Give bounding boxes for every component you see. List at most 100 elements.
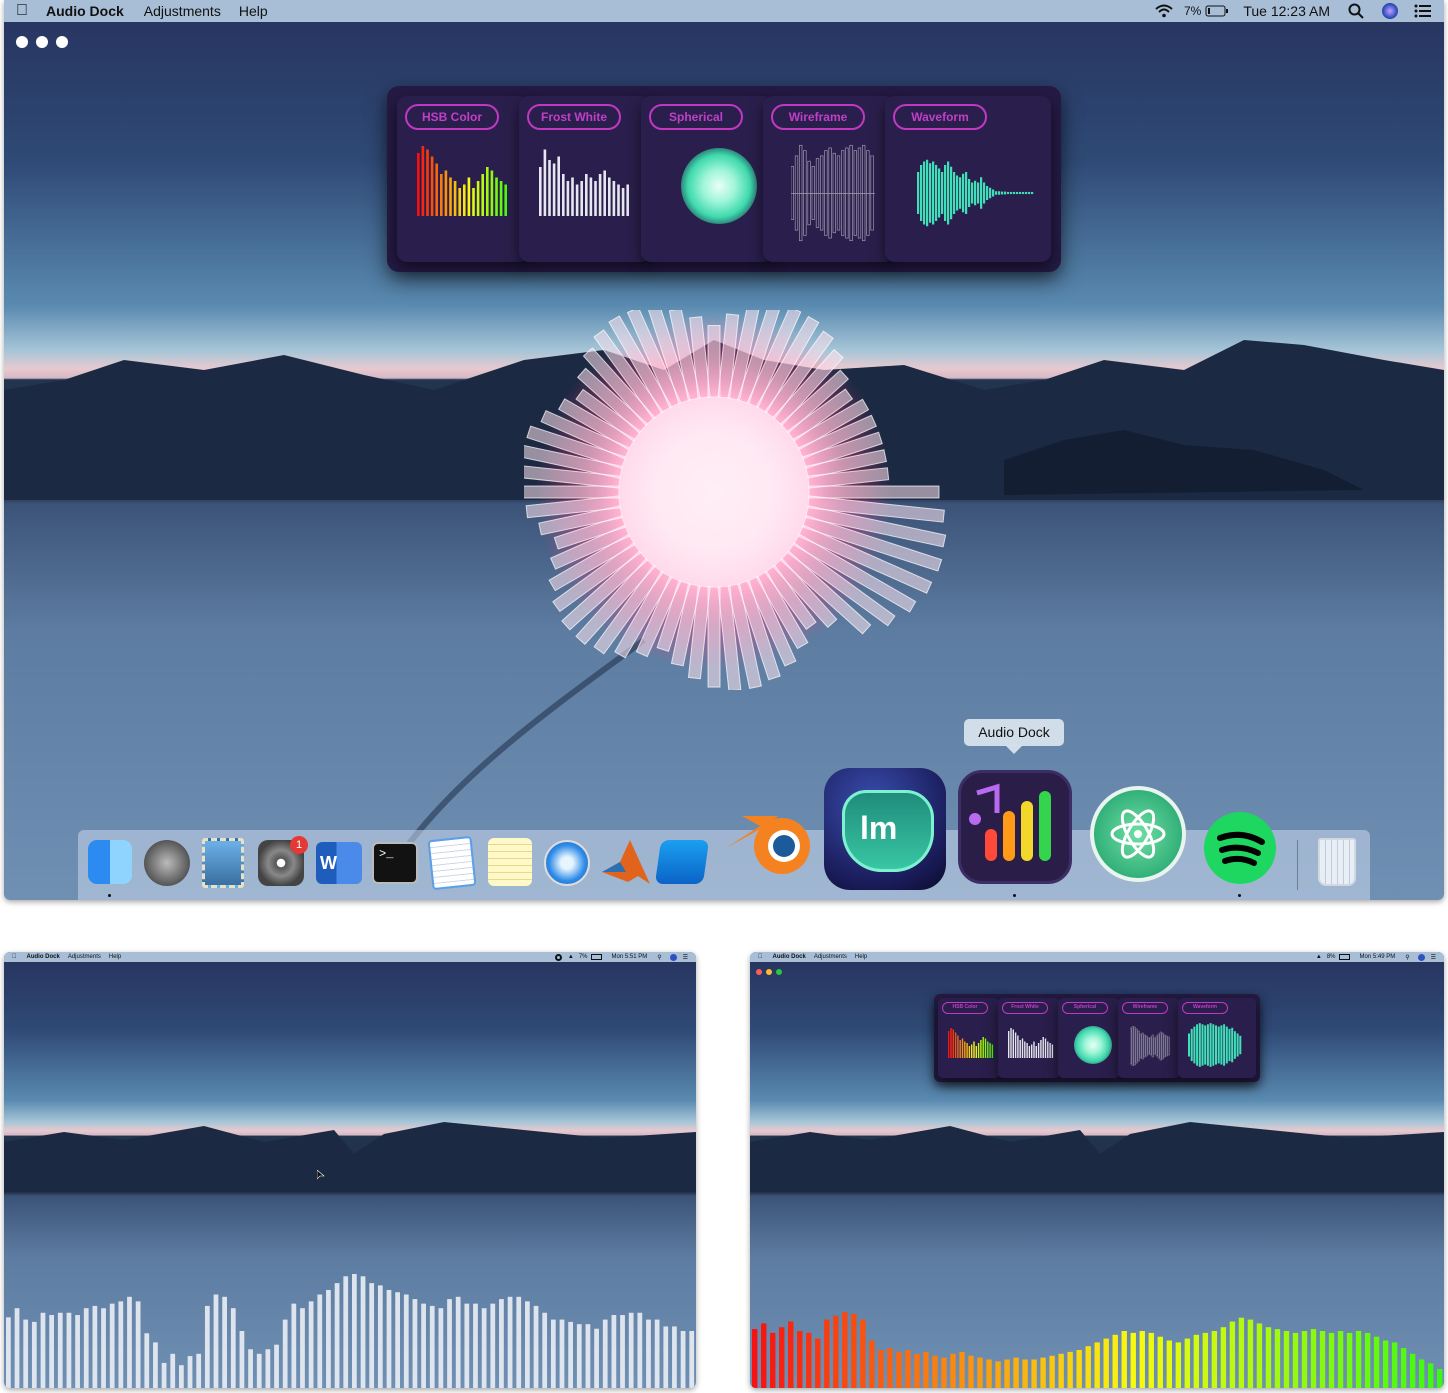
trash-icon[interactable] bbox=[1318, 838, 1356, 886]
bar bbox=[213, 1294, 219, 1388]
bar bbox=[920, 165, 923, 221]
mail-icon[interactable] bbox=[202, 838, 244, 888]
bar bbox=[1047, 1041, 1049, 1058]
bar bbox=[6, 1317, 11, 1388]
bar bbox=[467, 177, 471, 216]
bar bbox=[923, 161, 926, 225]
siri-icon[interactable] bbox=[669, 953, 677, 961]
menu-help[interactable]: Help bbox=[239, 3, 268, 19]
luminar-lm-glyph: lm bbox=[860, 810, 898, 846]
bar bbox=[66, 1312, 72, 1388]
visualizer-card-frost[interactable]: Frost White bbox=[519, 96, 651, 262]
safari-icon[interactable] bbox=[544, 840, 590, 886]
bar bbox=[621, 188, 625, 216]
spherical-preview bbox=[681, 148, 757, 224]
bar bbox=[585, 1324, 591, 1388]
bar bbox=[950, 166, 953, 220]
bar bbox=[447, 1299, 452, 1388]
microsoft-word-icon[interactable]: W bbox=[316, 842, 362, 884]
siri-icon[interactable] bbox=[1417, 953, 1425, 961]
battery-icon[interactable] bbox=[590, 954, 602, 960]
menu-adjustments[interactable]: Adjustments bbox=[68, 954, 101, 960]
xcode-icon[interactable] bbox=[654, 840, 710, 884]
zoom-button[interactable] bbox=[776, 969, 782, 975]
menu-clock[interactable]: Mon 5:51 PM bbox=[612, 954, 648, 960]
visualizer-card-spherical[interactable]: Spherical bbox=[641, 96, 773, 262]
visualizer-card-wireframe[interactable]: Wireframe bbox=[1118, 998, 1180, 1078]
bar bbox=[953, 172, 956, 214]
zoom-button[interactable] bbox=[56, 36, 68, 48]
bar bbox=[1238, 1317, 1245, 1388]
spotlight-search-icon[interactable]: ⚲ bbox=[1405, 954, 1409, 961]
battery-icon[interactable] bbox=[1338, 954, 1350, 960]
audio-dock-icon[interactable] bbox=[958, 770, 1072, 884]
bar bbox=[905, 1350, 911, 1388]
spotlight-search-icon[interactable] bbox=[1348, 3, 1364, 19]
menu-app-name[interactable]: Audio Dock bbox=[773, 954, 806, 960]
apple-icon[interactable]:  bbox=[12, 954, 17, 960]
terminal-icon[interactable]: >_ bbox=[372, 842, 418, 884]
siri-icon[interactable] bbox=[1382, 3, 1398, 19]
spotify-waves bbox=[1217, 831, 1265, 866]
bar bbox=[1019, 1040, 1021, 1058]
minimize-button[interactable] bbox=[36, 36, 48, 48]
visualizer-card-frost[interactable]: Frost White bbox=[998, 998, 1060, 1078]
notification-center-icon[interactable]: ☰ bbox=[683, 954, 688, 961]
bar bbox=[1409, 1353, 1416, 1388]
luminar-icon[interactable]: lm bbox=[824, 768, 946, 890]
visualizer-label: Waveform bbox=[893, 104, 987, 130]
close-button[interactable] bbox=[756, 969, 762, 975]
launchpad-icon[interactable] bbox=[144, 840, 190, 886]
notes-icon[interactable] bbox=[488, 838, 532, 886]
minimize-button[interactable] bbox=[766, 969, 772, 975]
menu-help[interactable]: Help bbox=[109, 954, 121, 960]
spotlight-search-icon[interactable]: ⚲ bbox=[657, 954, 661, 961]
menu-adjustments[interactable]: Adjustments bbox=[144, 3, 221, 19]
bar bbox=[779, 1327, 785, 1388]
visualizer-card-waveform[interactable]: Waveform bbox=[885, 96, 1051, 262]
battery-icon[interactable] bbox=[1205, 5, 1229, 17]
notification-center-icon[interactable] bbox=[1414, 4, 1432, 18]
blender-icon[interactable] bbox=[722, 804, 816, 880]
battery-percent: 8% bbox=[1326, 954, 1336, 960]
bar bbox=[1022, 191, 1025, 195]
bar bbox=[932, 1355, 938, 1388]
menu-adjustments[interactable]: Adjustments bbox=[814, 954, 847, 960]
main-screen:  Audio Dock Adjustments Help 7% Tue 12:… bbox=[4, 0, 1444, 900]
bar bbox=[977, 1043, 980, 1058]
bar bbox=[950, 1353, 956, 1388]
visualizer-card-hsb[interactable]: HSB Color bbox=[938, 998, 1000, 1078]
bar bbox=[1040, 1357, 1046, 1388]
bar bbox=[499, 1299, 504, 1388]
notification-center-icon[interactable]: ☰ bbox=[1431, 954, 1436, 961]
menu-app-name[interactable]: Audio Dock bbox=[46, 3, 124, 19]
visualizer-card-spherical[interactable]: Spherical bbox=[1058, 998, 1120, 1078]
finder-icon[interactable] bbox=[88, 840, 132, 884]
close-button[interactable] bbox=[16, 36, 28, 48]
visualizer-card-waveform[interactable]: Waveform bbox=[1178, 998, 1256, 1078]
bar bbox=[983, 182, 986, 204]
visualizer-card-wireframe[interactable]: Wireframe bbox=[763, 96, 895, 262]
wifi-icon[interactable]: ▲ bbox=[1316, 954, 1322, 960]
menu-app-name[interactable]: Audio Dock bbox=[27, 954, 60, 960]
wifi-icon[interactable]: ▲ bbox=[568, 954, 574, 960]
menu-clock[interactable]: Mon 5:49 PM bbox=[1360, 954, 1396, 960]
spotify-icon[interactable] bbox=[1204, 812, 1276, 884]
matlab-icon[interactable] bbox=[600, 836, 652, 888]
record-icon[interactable] bbox=[554, 953, 562, 961]
menu-help[interactable]: Help bbox=[855, 954, 867, 960]
bar bbox=[1159, 1031, 1162, 1061]
bar bbox=[663, 1326, 669, 1388]
textedit-icon[interactable] bbox=[427, 835, 477, 891]
menu-clock[interactable]: Tue 12:23 AM bbox=[1243, 3, 1330, 19]
apple-icon[interactable]:  bbox=[16, 2, 28, 20]
visualizer-card-hsb[interactable]: HSB Color bbox=[397, 96, 529, 262]
bar bbox=[455, 1296, 461, 1388]
atom-icon[interactable] bbox=[1090, 786, 1186, 882]
bar bbox=[1133, 1026, 1136, 1066]
wifi-icon[interactable] bbox=[1154, 4, 1174, 18]
bar bbox=[1247, 1319, 1254, 1388]
bar bbox=[1225, 1026, 1228, 1064]
bar bbox=[1212, 1024, 1215, 1066]
apple-icon[interactable]:  bbox=[758, 954, 763, 960]
